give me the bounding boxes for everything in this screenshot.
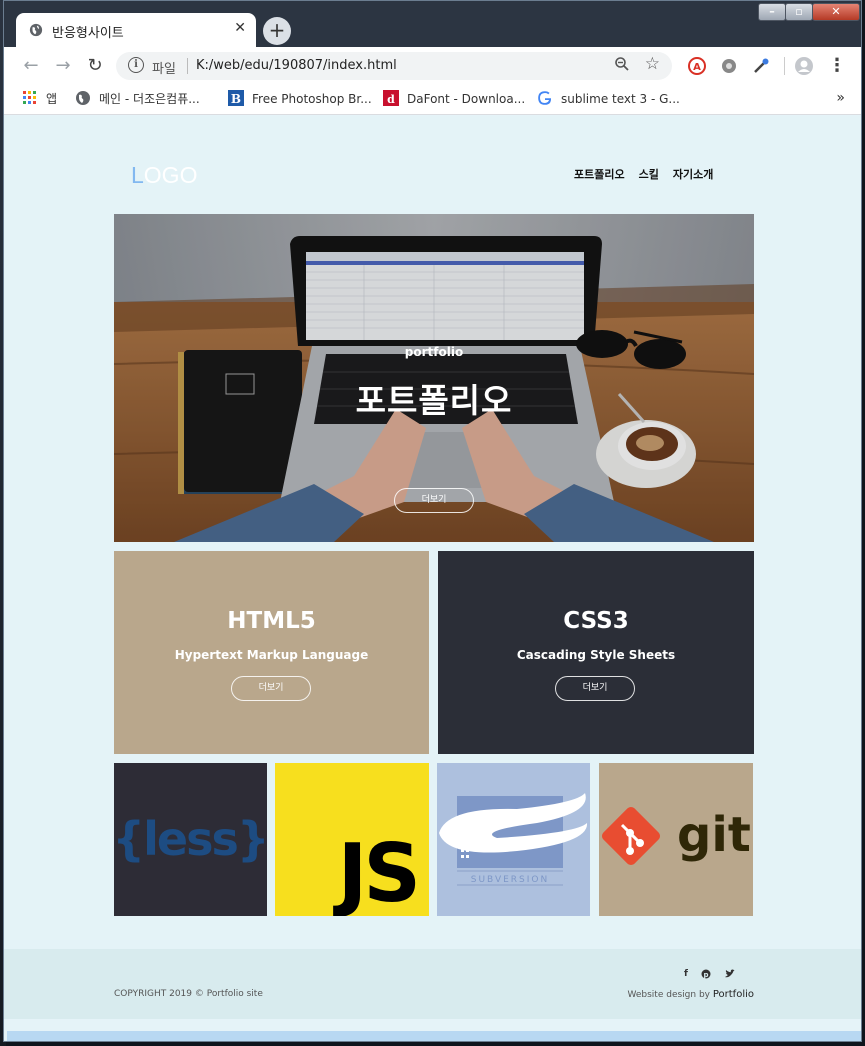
bookmark-star-icon[interactable]: ☆ bbox=[645, 54, 660, 74]
svg-text:B: B bbox=[231, 92, 241, 106]
bookmarks-more-icon[interactable]: » bbox=[836, 90, 845, 106]
browser-toolbar: ← → ↻ i 파일 K:/web/edu/190807/index.html … bbox=[4, 47, 861, 85]
card-title: HTML5 bbox=[227, 608, 316, 634]
url-text[interactable]: K:/web/edu/190807/index.html bbox=[196, 58, 397, 73]
javascript-logo: JS bbox=[333, 827, 421, 916]
forward-button[interactable]: → bbox=[52, 55, 74, 77]
svg-text:git: git bbox=[677, 807, 751, 863]
javascript-logo-tile[interactable]: JS bbox=[275, 763, 429, 916]
html5-card: HTML5 Hypertext Markup Language 더보기 bbox=[114, 551, 429, 754]
address-bar[interactable]: i 파일 K:/web/edu/190807/index.html ☆ bbox=[116, 52, 672, 80]
profile-avatar-icon[interactable] bbox=[794, 56, 814, 76]
less-logo: {less} bbox=[114, 812, 267, 866]
bookmark-label: 앱 bbox=[46, 92, 58, 106]
reload-button[interactable]: ↻ bbox=[84, 55, 106, 77]
credit-prefix: Website design by bbox=[627, 990, 713, 1000]
git-logo: git bbox=[601, 806, 751, 866]
bookmark-apps[interactable]: 앱 bbox=[22, 90, 57, 110]
bookmark-main[interactable]: 메인 - 더조은컴퓨... bbox=[75, 90, 200, 110]
browser-tab[interactable]: 반응형사이트 ✕ bbox=[16, 13, 256, 47]
svg-text:SUBVERSION: SUBVERSION bbox=[471, 875, 549, 885]
bookmark-label: DaFont - Downloa... bbox=[407, 92, 526, 106]
site-logo[interactable]: LOGO bbox=[131, 162, 197, 189]
page-content: LOGO 포트폴리오 스킬 자기소개 portfolio 포트폴리오 더보기 H… bbox=[4, 116, 861, 1031]
close-icon: ✕ bbox=[831, 5, 841, 18]
css3-more-button[interactable]: 더보기 bbox=[555, 676, 635, 701]
toolbar-divider bbox=[784, 57, 785, 75]
hero-banner: portfolio 포트폴리오 더보기 bbox=[114, 214, 754, 542]
bookmark-photoshop[interactable]: B Free Photoshop Br... bbox=[228, 90, 372, 110]
nav-about[interactable]: 자기소개 bbox=[673, 166, 713, 182]
extension-gear-icon[interactable] bbox=[719, 56, 739, 76]
window-bottom-edge bbox=[7, 1031, 861, 1041]
hero-more-button[interactable]: 더보기 bbox=[394, 488, 474, 513]
url-scheme: 파일 bbox=[152, 62, 176, 77]
pinterest-icon[interactable]: p bbox=[701, 969, 711, 982]
card-title: CSS3 bbox=[563, 608, 629, 634]
site-footer: COPYRIGHT 2019 © Portfolio site f p Webs… bbox=[4, 949, 861, 1019]
copyright-text: COPYRIGHT 2019 © Portfolio site bbox=[114, 989, 263, 999]
svg-text:JS: JS bbox=[333, 827, 417, 916]
svg-text:p: p bbox=[703, 971, 708, 979]
hero-caption: portfolio 포트폴리오 더보기 bbox=[114, 214, 754, 542]
tab-close-icon[interactable]: ✕ bbox=[234, 20, 246, 36]
svg-text:{less}: {less} bbox=[114, 812, 267, 866]
eyedropper-icon[interactable] bbox=[751, 56, 771, 76]
new-tab-button[interactable]: + bbox=[263, 17, 291, 45]
maximize-icon: ▫ bbox=[795, 5, 803, 18]
minimize-button[interactable]: – bbox=[758, 3, 786, 21]
nav-portfolio[interactable]: 포트폴리오 bbox=[574, 166, 625, 182]
apps-grid-icon bbox=[23, 91, 36, 104]
credit-link[interactable]: Portfolio bbox=[713, 989, 754, 1000]
css3-card: CSS3 Cascading Style Sheets 더보기 bbox=[438, 551, 754, 754]
twitter-glyph bbox=[724, 969, 735, 978]
url-divider bbox=[187, 58, 188, 74]
less-logo-tile[interactable]: {less} bbox=[114, 763, 267, 916]
extension-adblock-icon[interactable]: A bbox=[687, 56, 707, 76]
page-bottom-margin bbox=[4, 1019, 861, 1031]
tab-strip: 반응형사이트 ✕ + – ▫ ✕ bbox=[4, 1, 861, 47]
design-credit: Website design by Portfolio bbox=[628, 989, 755, 1000]
google-icon bbox=[538, 91, 552, 105]
tab-title: 반응형사이트 bbox=[52, 26, 124, 41]
minimize-icon: – bbox=[769, 5, 775, 18]
info-icon[interactable]: i bbox=[128, 57, 144, 73]
maximize-button[interactable]: ▫ bbox=[785, 3, 813, 21]
brusheezy-icon: B bbox=[228, 90, 244, 106]
git-logo-tile[interactable]: git bbox=[599, 763, 753, 916]
bookmark-dafont[interactable]: d DaFont - Downloa... bbox=[383, 90, 525, 110]
nav-skills[interactable]: 스킬 bbox=[639, 166, 659, 182]
back-button[interactable]: ← bbox=[20, 55, 42, 77]
logo-rest: OGO bbox=[143, 162, 198, 188]
twitter-icon[interactable] bbox=[724, 969, 735, 982]
browser-window: 반응형사이트 ✕ + – ▫ ✕ ← → ↻ i 파일 K:/web/edu/1… bbox=[3, 0, 862, 1042]
logo-first-letter: L bbox=[131, 162, 144, 188]
bookmark-label: Free Photoshop Br... bbox=[252, 92, 372, 106]
bookmark-sublime[interactable]: sublime text 3 - G... bbox=[537, 90, 680, 110]
facebook-icon[interactable]: f bbox=[684, 969, 688, 982]
close-window-button[interactable]: ✕ bbox=[812, 3, 860, 21]
card-description: Cascading Style Sheets bbox=[516, 648, 676, 662]
subversion-logo-tile[interactable]: SUBVERSION bbox=[437, 763, 590, 916]
pinterest-glyph: p bbox=[701, 969, 711, 979]
bookmarks-bar: 앱 메인 - 더조은컴퓨... B Free Photoshop Br... d… bbox=[4, 85, 861, 115]
svg-text:A: A bbox=[693, 62, 701, 73]
subversion-logo: SUBVERSION bbox=[439, 793, 588, 886]
main-nav: 포트폴리오 스킬 자기소개 bbox=[574, 166, 713, 182]
bookmark-label: 메인 - 더조은컴퓨... bbox=[99, 92, 200, 106]
menu-kebab-icon[interactable]: ⋮ bbox=[826, 55, 848, 77]
svg-text:d: d bbox=[387, 93, 395, 106]
dafont-icon: d bbox=[383, 90, 399, 106]
hero-title: 포트폴리오 bbox=[355, 381, 513, 420]
globe-icon bbox=[76, 91, 90, 105]
bookmark-label: sublime text 3 - G... bbox=[561, 92, 680, 106]
html5-more-button[interactable]: 더보기 bbox=[231, 676, 311, 701]
card-description: Hypertext Markup Language bbox=[174, 648, 369, 662]
social-links: f p bbox=[684, 969, 735, 982]
hero-subtitle: portfolio bbox=[404, 345, 464, 359]
globe-icon bbox=[29, 23, 43, 37]
zoom-icon[interactable] bbox=[614, 56, 630, 72]
